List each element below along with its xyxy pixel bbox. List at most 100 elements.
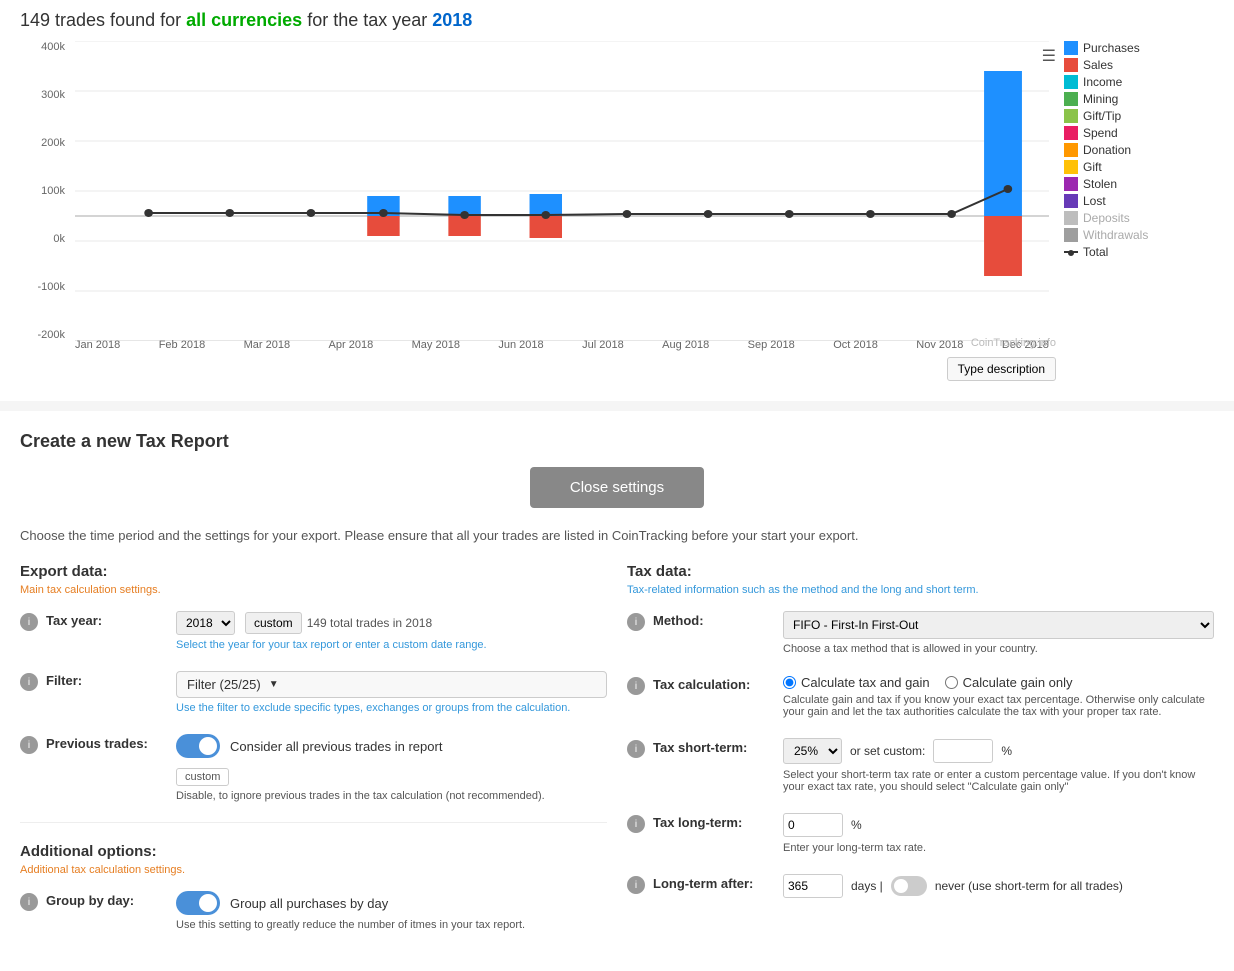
- legend-item-income: Income: [1064, 75, 1214, 89]
- long-term-label: Tax long-term:: [653, 813, 783, 830]
- legend-item-spend: Spend: [1064, 126, 1214, 140]
- trade-count: 149 total trades in 2018: [307, 616, 432, 630]
- settings-grid: Export data: Main tax calculation settin…: [20, 563, 1214, 951]
- short-term-info-icon[interactable]: i: [627, 740, 645, 758]
- chart-legend: Purchases Sales Income Mining Gift/Tip: [1064, 41, 1214, 262]
- tax-year-info-icon[interactable]: i: [20, 613, 38, 631]
- prev-trades-toggle[interactable]: [176, 734, 220, 758]
- filter-row: i Filter: Filter (25/25) ▼ Use the filte…: [20, 671, 607, 714]
- export-subtitle: Main tax calculation settings.: [20, 584, 607, 596]
- title-middle: for the tax year: [302, 10, 432, 30]
- days-label: days |: [851, 879, 883, 893]
- additional-subtitle: Additional tax calculation settings.: [20, 864, 607, 876]
- y-axis: 400k 300k 200k 100k 0k -100k -200k: [20, 41, 70, 341]
- long-term-info-icon[interactable]: i: [627, 815, 645, 833]
- long-term-row: i Tax long-term: % Enter your long-term …: [627, 813, 1214, 854]
- chart-container: 400k 300k 200k 100k 0k -100k -200k ☰: [20, 41, 1214, 381]
- days-input[interactable]: [783, 874, 843, 898]
- type-description-button[interactable]: Type description: [947, 357, 1056, 381]
- short-term-row: i Tax short-term: 25% 0% 10% 15% 30% or …: [627, 738, 1214, 793]
- tax-year-label: Tax year:: [46, 611, 176, 628]
- legend-item-withdrawals: Withdrawals: [1064, 228, 1214, 242]
- long-term-help: Enter your long-term tax rate.: [783, 842, 1214, 854]
- filter-dropdown[interactable]: Filter (25/25) ▼: [176, 671, 607, 698]
- settings-title: Create a new Tax Report: [20, 431, 1214, 452]
- short-term-custom-input[interactable]: [933, 739, 993, 763]
- group-by-day-row: i Group by day: Group all purchases by d…: [20, 891, 607, 931]
- tax-header: Tax data:: [627, 563, 1214, 580]
- prev-trades-custom-tag: custom: [176, 768, 229, 786]
- group-by-day-content: Group all purchases by day Use this sett…: [176, 891, 607, 931]
- additional-section: Additional options: Additional tax calcu…: [20, 822, 607, 931]
- filter-help: Use the filter to exclude specific types…: [176, 702, 607, 714]
- settings-panel: Create a new Tax Report Close settings C…: [0, 411, 1234, 971]
- longterm-after-row: i Long-term after: days | never (use sho…: [627, 874, 1214, 898]
- group-by-day-toggle[interactable]: [176, 891, 220, 915]
- filter-value: Filter (25/25): [187, 677, 261, 692]
- prev-trades-content: Consider all previous trades in report c…: [176, 734, 607, 802]
- short-term-help: Select your short-term tax rate or enter…: [783, 769, 1214, 793]
- tax-col: Tax data: Tax-related information such a…: [627, 563, 1214, 951]
- method-select[interactable]: FIFO - First-In First-Out LIFO - Last-In…: [783, 611, 1214, 639]
- short-term-select[interactable]: 25% 0% 10% 15% 30%: [783, 738, 842, 764]
- tax-calc-label: Tax calculation:: [653, 675, 783, 692]
- legend-item-gift-tip: Gift/Tip: [1064, 109, 1214, 123]
- legend-item-stolen: Stolen: [1064, 177, 1214, 191]
- prev-trades-label: Previous trades:: [46, 734, 176, 751]
- legend-item-deposits: Deposits: [1064, 211, 1214, 225]
- export-description: Choose the time period and the settings …: [20, 528, 1214, 543]
- title-prefix: 149 trades found for: [20, 10, 186, 30]
- short-term-label: Tax short-term:: [653, 738, 783, 755]
- tax-calc-info-icon[interactable]: i: [627, 677, 645, 695]
- method-row: i Method: FIFO - First-In First-Out LIFO…: [627, 611, 1214, 655]
- title-year: 2018: [432, 10, 472, 30]
- chevron-down-icon: ▼: [269, 679, 279, 690]
- custom-date-button[interactable]: custom: [245, 612, 302, 634]
- filter-content: Filter (25/25) ▼ Use the filter to exclu…: [176, 671, 607, 714]
- calc-gain-only-option[interactable]: Calculate gain only: [945, 675, 1073, 690]
- custom-percent-label: or set custom:: [850, 744, 925, 758]
- tax-year-help: Select the year for your tax report or e…: [176, 639, 607, 651]
- chart-svg: [75, 41, 1049, 341]
- tax-year-row: i Tax year: 2018 2017 2019 custom 149 to…: [20, 611, 607, 651]
- long-term-content: % Enter your long-term tax rate.: [783, 813, 1214, 854]
- cointracking-credit: CoinTracking.info: [971, 337, 1056, 349]
- page-title: 149 trades found for all currencies for …: [20, 10, 1214, 31]
- legend-item-purchases: Purchases: [1064, 41, 1214, 55]
- prev-trades-toggle-label: Consider all previous trades in report: [230, 739, 442, 754]
- filter-info-icon[interactable]: i: [20, 673, 38, 691]
- longterm-after-content: days | never (use short-term for all tra…: [783, 874, 1214, 898]
- legend-item-total: Total: [1064, 245, 1214, 259]
- tax-subtitle: Tax-related information such as the meth…: [627, 584, 1214, 596]
- longterm-after-info-icon[interactable]: i: [627, 876, 645, 894]
- tax-calc-content: Calculate tax and gain Calculate gain on…: [783, 675, 1214, 718]
- prev-trades-info-icon[interactable]: i: [20, 736, 38, 754]
- never-toggle[interactable]: [891, 876, 927, 896]
- prev-trades-row: i Previous trades: Consider all previous…: [20, 734, 607, 802]
- export-header: Export data:: [20, 563, 607, 580]
- legend-item-gift: Gift: [1064, 160, 1214, 174]
- export-col: Export data: Main tax calculation settin…: [20, 563, 607, 951]
- prev-trades-help: Disable, to ignore previous trades in th…: [176, 790, 607, 802]
- legend-item-mining: Mining: [1064, 92, 1214, 106]
- tax-year-content: 2018 2017 2019 custom 149 total trades i…: [176, 611, 607, 651]
- group-by-day-info-icon[interactable]: i: [20, 893, 38, 911]
- calc-tax-gain-option[interactable]: Calculate tax and gain: [783, 675, 930, 690]
- tax-calc-help: Calculate gain and tax if you know your …: [783, 694, 1214, 718]
- short-term-content: 25% 0% 10% 15% 30% or set custom: % Sele…: [783, 738, 1214, 793]
- method-info-icon[interactable]: i: [627, 613, 645, 631]
- group-by-day-label: Group by day:: [46, 891, 176, 908]
- legend-item-lost: Lost: [1064, 194, 1214, 208]
- method-content: FIFO - First-In First-Out LIFO - Last-In…: [783, 611, 1214, 655]
- title-currencies: all currencies: [186, 10, 302, 30]
- group-by-day-help: Use this setting to greatly reduce the n…: [176, 919, 607, 931]
- never-label: never (use short-term for all trades): [935, 879, 1123, 893]
- method-help: Choose a tax method that is allowed in y…: [783, 643, 1214, 655]
- x-axis: Jan 2018 Feb 2018 Mar 2018 Apr 2018 May …: [75, 339, 1049, 351]
- legend-item-donation: Donation: [1064, 143, 1214, 157]
- tax-year-select[interactable]: 2018 2017 2019: [176, 611, 235, 635]
- long-term-input[interactable]: [783, 813, 843, 837]
- longterm-after-label: Long-term after:: [653, 874, 783, 891]
- additional-header: Additional options:: [20, 843, 607, 860]
- close-settings-button[interactable]: Close settings: [530, 467, 704, 508]
